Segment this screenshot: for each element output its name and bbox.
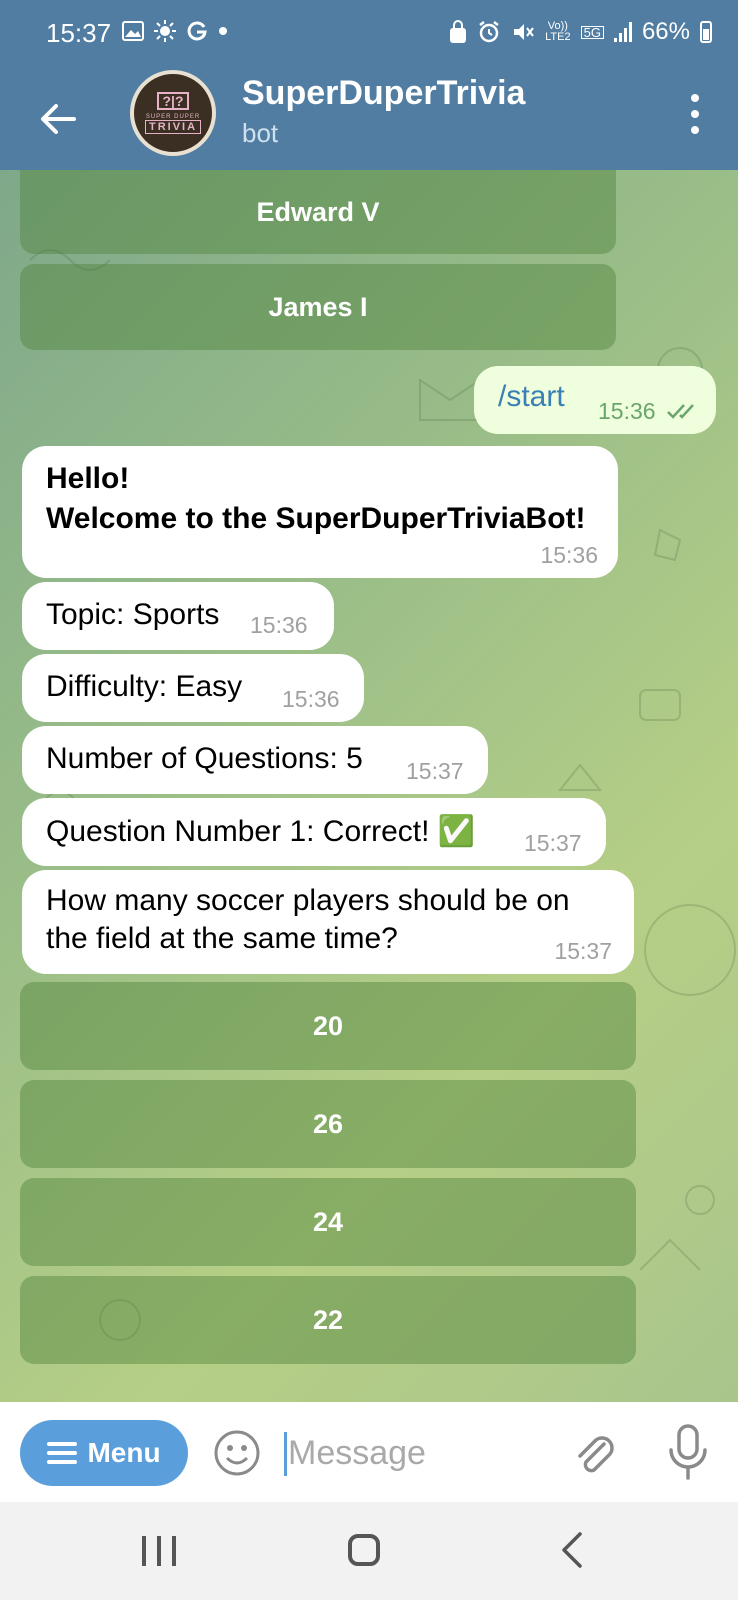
signal-icon [613, 22, 632, 42]
keyboard-button-james-i[interactable]: James I [20, 264, 616, 350]
chat-area[interactable]: Edward V James I /start 15:36 Hello! Wel… [0, 170, 738, 1402]
image-icon [122, 21, 144, 41]
5g-label: 5G [580, 25, 604, 39]
incoming-message[interactable]: Hello! Welcome to the SuperDuperTriviaBo… [22, 446, 618, 578]
message-time: 15:37 [406, 758, 464, 784]
incoming-message[interactable]: Question Number 1: Correct! ✅ 15:37 [22, 798, 606, 866]
answer-button-22[interactable]: 22 [20, 1276, 636, 1364]
bot-avatar[interactable]: ?|? SUPER DUPER TRIVIA [130, 70, 216, 156]
message-time: 15:37 [554, 938, 612, 964]
battery-icon [700, 21, 712, 43]
paperclip-icon[interactable] [566, 1426, 622, 1482]
menu-button-label: Menu [87, 1437, 161, 1468]
chat-subtitle: bot [242, 118, 279, 148]
answer-button-label: 20 [312, 1010, 344, 1041]
message-time: 15:36 [540, 542, 598, 568]
battery-percent: 66% [641, 18, 690, 45]
dot-icon [219, 27, 227, 35]
incoming-message[interactable]: How many soccer players should be on the… [22, 870, 634, 974]
avatar-question-marks: ?|? [157, 92, 189, 110]
message-input[interactable] [286, 1424, 550, 1482]
keyboard-button-edward-v[interactable]: Edward V [20, 170, 616, 254]
emoji-icon[interactable] [212, 1428, 262, 1478]
google-icon [187, 21, 207, 41]
back-arrow-icon[interactable] [34, 94, 84, 144]
outgoing-message[interactable]: /start 15:36 [474, 366, 716, 434]
system-navigation-bar [0, 1502, 738, 1600]
incoming-message[interactable]: Number of Questions: 5 15:37 [22, 726, 488, 794]
avatar-big-text: TRIVIA [144, 120, 202, 134]
message-text: Difficulty: Easy [46, 670, 243, 703]
home-icon[interactable] [348, 1534, 380, 1566]
answer-button-label: 24 [312, 1206, 344, 1237]
recycle-lock-icon [450, 20, 467, 43]
message-text-line2: the field at the same time? [46, 922, 398, 955]
message-time: 15:36 [250, 612, 308, 638]
microphone-icon[interactable] [664, 1422, 712, 1482]
hamburger-icon [47, 1442, 78, 1464]
message-text: Topic: Sports [46, 598, 220, 631]
status-right-icons: Vo)) LTE2 5G 66% [449, 18, 712, 46]
brightness-icon [154, 20, 176, 42]
network-label: Vo)) LTE2 [545, 20, 571, 43]
incoming-message[interactable]: Topic: Sports 15:36 [22, 582, 334, 650]
answer-button-24[interactable]: 24 [20, 1178, 636, 1266]
system-back-icon[interactable] [560, 1532, 584, 1568]
keyboard-button-label: James I [268, 291, 368, 322]
chat-header: ?|? SUPER DUPER TRIVIA SuperDuperTrivia … [0, 68, 738, 170]
message-text-line1: Hello! [46, 462, 130, 495]
incoming-message[interactable]: Difficulty: Easy 15:36 [22, 654, 364, 722]
keyboard-button-label: Edward V [256, 196, 380, 227]
double-check-icon [667, 404, 694, 419]
message-text: /start [498, 380, 565, 413]
answer-button-20[interactable]: 20 [20, 982, 636, 1070]
message-text: Number of Questions: 5 [46, 742, 363, 775]
menu-button[interactable]: Menu [20, 1420, 188, 1486]
message-time: 15:37 [524, 830, 582, 856]
message-text-line1: How many soccer players should be on [46, 884, 570, 917]
message-time: 15:36 [598, 398, 656, 424]
chat-title[interactable]: SuperDuperTrivia [242, 74, 525, 113]
status-time: 15:37 [46, 18, 112, 48]
answer-button-label: 26 [312, 1108, 344, 1139]
message-composer: Menu [0, 1402, 738, 1502]
alarm-icon [479, 21, 499, 43]
mute-icon [514, 24, 534, 40]
status-bar: 15:37 Vo)) LTE2 5G 66% [0, 0, 738, 68]
message-time: 15:36 [282, 686, 340, 712]
answer-button-label: 22 [312, 1304, 344, 1335]
recent-apps-icon[interactable] [142, 1536, 176, 1566]
answer-button-26[interactable]: 26 [20, 1080, 636, 1168]
more-options-icon[interactable] [688, 94, 702, 134]
message-text: Question Number 1: Correct! ✅ [46, 815, 476, 848]
status-left-icons [122, 20, 228, 42]
message-text-line2: Welcome to the SuperDuperTriviaBot! [46, 502, 586, 535]
